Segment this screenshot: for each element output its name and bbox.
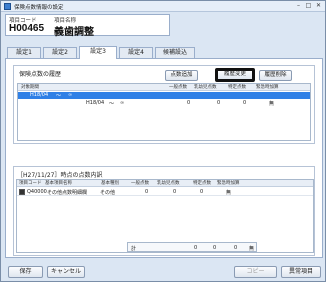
table-row[interactable]: Q40000 その他点数明細欄 その他 0 0 0 無 [17, 188, 313, 196]
col-period: 対象期間 [21, 85, 39, 90]
total-general: 0 [194, 245, 198, 251]
col-general: 一般点数 [131, 181, 149, 186]
history-group: 保険点数の履歴 点数追加 履歴変更 履歴削除 対象期間 一般点数 乳幼児点数 特… [13, 65, 315, 144]
row-sep: ～ [109, 101, 115, 107]
col-emergency: 緊急時加算 [256, 85, 279, 90]
window-title: 保険点数情報の設定 [14, 5, 64, 11]
col-infant: 乳幼児点数 [157, 181, 180, 186]
col-specific: 特定点数 [228, 85, 246, 90]
total-label: 計 [131, 246, 137, 252]
add-points-button[interactable]: 点数追加 [165, 70, 198, 81]
detail-title: ［H27/11/27］時点の点数内訳 [17, 172, 103, 179]
tab-settings-4[interactable]: 設定4 [119, 47, 153, 58]
detail-table-header: 項目コード 基本項目名称 基本種別 一般点数 乳幼児点数 特定点数 緊急時加算 [17, 180, 313, 187]
row-end: ∞ [120, 100, 125, 106]
table-row-selected[interactable]: H18/04 ～ ∞ [18, 92, 310, 99]
col-infant: 乳幼児点数 [194, 85, 217, 90]
total-row: 計 0 0 0 無 [127, 242, 257, 252]
row-infant: 0 [217, 100, 221, 106]
col-general: 一般点数 [169, 85, 187, 90]
change-history-button[interactable]: 履歴変更 [215, 68, 255, 82]
tab-settings-2[interactable]: 設定2 [43, 47, 77, 58]
col-emergency: 緊急時加算 [217, 181, 240, 186]
total-infant: 0 [213, 245, 217, 251]
item-name: 義歯調整 [54, 27, 94, 38]
row-general: 0 [187, 100, 191, 106]
row-start: H18/04 [30, 92, 49, 98]
copy-button[interactable]: コピー [234, 266, 277, 278]
delete-history-button[interactable]: 履歴削除 [259, 70, 292, 81]
dialog-window: 保険点数情報の設定 – □ ✕ 項目コード 項目名称 H00465 義歯調整 設… [0, 0, 326, 282]
col-name: 基本項目名称 [45, 181, 72, 186]
cancel-button[interactable]: キャンセル [47, 266, 85, 278]
item-code: H00465 [9, 23, 45, 34]
maximize-button[interactable]: □ [304, 2, 313, 10]
print-button[interactable]: 異常項目 [281, 266, 321, 278]
row-specific: 0 [200, 189, 204, 195]
detail-group: ［H27/11/27］時点の点数内訳 項目コード 基本項目名称 基本種別 一般点… [13, 166, 315, 256]
history-title: 保険点数の履歴 [19, 71, 62, 78]
col-specific: 特定点数 [193, 181, 211, 186]
col-code: 項目コード [19, 181, 42, 186]
minimize-button[interactable]: – [294, 2, 303, 10]
row-type: その他 [100, 190, 116, 196]
tab-panel: 保険点数の履歴 点数追加 履歴変更 履歴削除 対象期間 一般点数 乳幼児点数 特… [5, 58, 323, 258]
app-icon [4, 3, 11, 10]
total-emergency: 無 [249, 246, 255, 252]
history-table: 対象期間 一般点数 乳幼児点数 特定点数 緊急時加算 H18/04 ～ ∞ H1… [17, 83, 311, 141]
row-code: Q40000 [27, 189, 47, 195]
item-header: 項目コード 項目名称 H00465 義歯調整 [5, 14, 170, 38]
row-end: ∞ [68, 92, 73, 98]
row-emergency: 無 [269, 101, 275, 107]
row-checkbox[interactable] [19, 189, 25, 195]
row-emergency: 無 [226, 190, 232, 196]
history-table-header: 対象期間 一般点数 乳幼児点数 特定点数 緊急時加算 [18, 84, 310, 91]
row-specific: 0 [243, 100, 247, 106]
row-infant: 0 [173, 189, 177, 195]
row-sep: ～ [56, 93, 62, 99]
title-bar: 保険点数情報の設定 – □ ✕ [1, 1, 325, 12]
row-general: 0 [145, 189, 149, 195]
tab-settings-1[interactable]: 設定1 [7, 47, 41, 58]
close-button[interactable]: ✕ [314, 2, 323, 10]
row-name: その他点数明細欄 [47, 190, 88, 196]
tab-candidates[interactable]: 候補設込 [155, 47, 195, 58]
save-button[interactable]: 保存 [8, 266, 43, 278]
col-type: 基本種別 [101, 181, 119, 186]
detail-table: 項目コード 基本項目名称 基本種別 一般点数 乳幼児点数 特定点数 緊急時加算 … [16, 179, 314, 253]
row-start: H18/04 [86, 100, 105, 106]
total-specific: 0 [234, 245, 238, 251]
tab-settings-3[interactable]: 設定3 [79, 46, 117, 59]
table-row[interactable]: H18/04 ～ ∞ 0 0 0 無 [18, 100, 310, 107]
